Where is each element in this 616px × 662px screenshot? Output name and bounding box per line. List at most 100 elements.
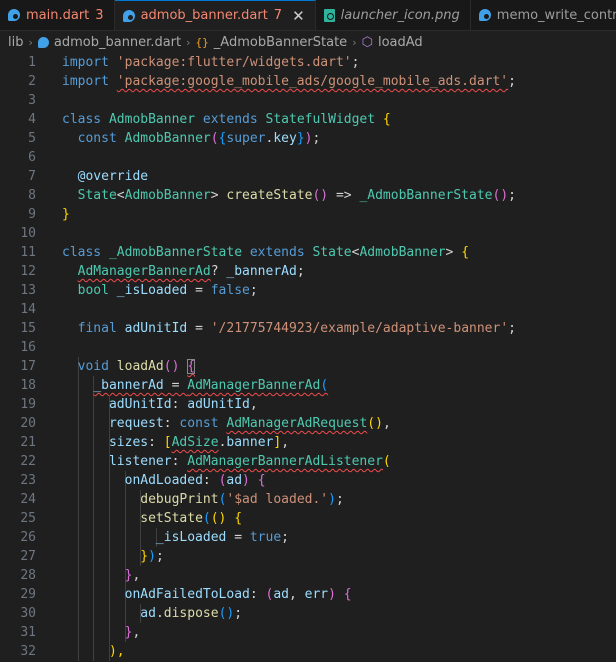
line-number: 24 [20,492,36,507]
code-token: ; [281,530,289,545]
code-token: const [77,131,117,146]
code-line[interactable]: 26 _isLoaded = true; [0,528,616,547]
code-line[interactable]: 10 [0,224,616,243]
code-token: ad [226,473,243,488]
code-token: ; [508,188,516,203]
line-number: 2 [28,74,36,89]
code-line[interactable]: 32 ), [0,642,616,661]
code-token: err [304,587,329,602]
tab-launcher-icon-png[interactable]: launcher_icon.png [316,0,471,30]
code-line[interactable]: 14 [0,300,616,319]
code-token: . [155,606,164,621]
code-token: () [492,188,509,203]
tab-memo-write-control[interactable]: memo_write_control [471,0,616,30]
code-text: debugPrint('$ad loaded.'); [62,490,344,509]
line-number: 11 [20,245,36,260]
code-token: : [249,587,266,602]
tab-main-dart[interactable]: main.dart 3 [0,0,115,30]
code-token: _AdmobBannerState [359,188,493,203]
code-line[interactable]: 3 [0,91,616,110]
code-line[interactable]: 2 import 'package:google_mobile_ads/googl… [0,72,616,91]
code-token: State [77,188,117,203]
code-token: [ [163,435,172,450]
code-token: adUnitId [108,397,172,412]
code-line[interactable]: 18 _bannerAd = AdManagerBannerAd( [0,376,616,395]
code-line[interactable]: 29 onAdFailedToLoad: (ad, err) { [0,585,616,604]
line-number: 22 [20,454,36,469]
breadcrumb-item-method[interactable]: loadAd [378,35,423,50]
code-token: debugPrint [140,492,219,507]
code-token: : [163,416,180,431]
code-token: class [62,112,102,127]
code-line[interactable]: 8 State<AdmobBanner> createState() => _A… [0,186,616,205]
line-number: 28 [20,568,36,583]
code-token: '/21775744923/example/adaptive-banner' [210,321,509,336]
line-number: 10 [20,226,36,241]
chevron-right-icon: › [186,35,191,49]
code-token: dispose [163,606,219,621]
close-icon[interactable]: ✕ [292,7,305,25]
code-token: ( [210,131,219,146]
code-token: AdmobBanner [108,112,196,127]
code-line[interactable]: 1 import 'package:flutter/widgets.dart'; [0,53,616,72]
line-number: 30 [20,606,36,621]
code-line[interactable]: 12 AdManagerBannerAd? _bannerAd; [0,262,616,281]
code-line[interactable]: 22 listener: AdManagerBannerAdListener( [0,452,616,471]
code-line[interactable]: 27 }); [0,547,616,566]
code-token: AdManagerBannerAdListener [187,454,383,469]
tab-admob-banner-dart[interactable]: admob_banner.dart 7 ✕ [114,0,316,30]
code-token: State [312,245,352,260]
line-number: 12 [20,264,36,279]
code-token: : [202,473,219,488]
code-line[interactable]: 15 final adUnitId = '/21775744923/exampl… [0,319,616,338]
code-line[interactable]: 6 [0,148,616,167]
code-line[interactable]: 20 request: const AdManagerAdRequest(), [0,414,616,433]
code-line[interactable]: 4 class AdmobBanner extends StatefulWidge… [0,110,616,129]
code-token: ; [296,264,305,279]
code-line[interactable]: 28 }, [0,566,616,585]
code-text: final adUnitId = '/21775744923/example/a… [62,319,516,338]
code-token: , [249,397,258,412]
code-line[interactable]: 7 @override [0,167,616,186]
code-editor[interactable]: 1 import 'package:flutter/widgets.dart'; 2… [0,53,616,662]
code-token: super [226,131,266,146]
code-token: ( [382,454,391,469]
code-token: = [163,378,188,393]
code-line[interactable]: 5 const AdmobBanner({super.key}); [0,129,616,148]
breadcrumb-item-class[interactable]: _AdmobBannerState [214,35,347,50]
code-line[interactable]: 9} [0,205,616,224]
code-token: extends [202,112,258,127]
code-line[interactable]: 30 ad.dispose(); [0,604,616,623]
code-line[interactable]: 19 adUnitId: adUnitId, [0,395,616,414]
code-line[interactable]: 16 [0,338,616,357]
code-line[interactable]: 21 sizes: [AdSize.banner], [0,433,616,452]
code-token: ) [328,587,336,602]
breadcrumb-item-lib[interactable]: lib [8,35,23,50]
code-text: const AdmobBanner({super.key}); [62,129,321,148]
code-token: ( [202,511,211,526]
code-line[interactable]: 24 debugPrint('$ad loaded.'); [0,490,616,509]
code-token: { [461,245,470,260]
code-line[interactable]: 23 onAdLoaded: (ad) { [0,471,616,490]
code-line[interactable]: 17 void loadAd() { [0,357,616,376]
code-line[interactable]: 13 bool _isLoaded = false; [0,281,616,300]
method-icon: ⬡ [361,34,373,50]
breadcrumb-item-file[interactable]: admob_banner.dart [54,35,181,50]
code-line[interactable]: 25 setState(() { [0,509,616,528]
code-token: ? [210,264,227,279]
code-line[interactable]: 11 class _AdmobBannerState extends State<… [0,243,616,262]
code-line[interactable]: 31 }, [0,623,616,642]
